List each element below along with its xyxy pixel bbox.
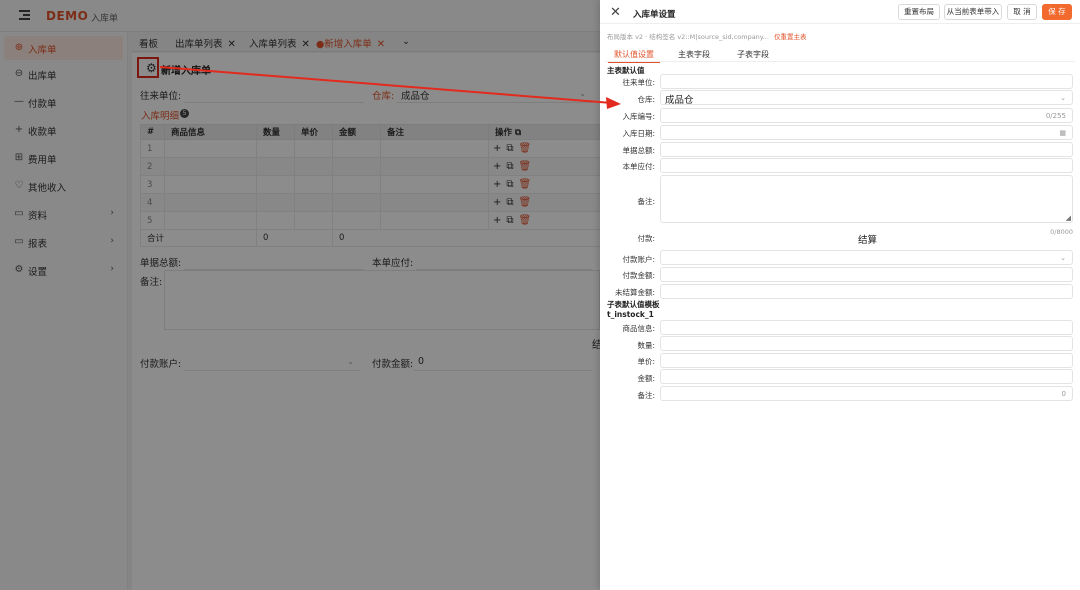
layout-meta-text: 布局版本 v2 · 结构签名 v2::M|source_sid,company.… [607,33,769,41]
remark-textarea[interactable]: ◢ [660,175,1073,223]
char-counter: 0/255 [1045,112,1066,120]
main-defaults-heading: 主表默认值 [607,66,645,75]
char-counter: 0 [1061,390,1066,398]
price-input[interactable] [660,353,1073,368]
cancel-button[interactable]: 取 消 [1007,4,1037,20]
tab-sub-fields[interactable]: 子表字段 [737,49,769,60]
qty-input[interactable] [660,336,1073,351]
field-label: 单据总额: [622,146,655,155]
modal-overlay[interactable] [0,0,600,590]
field-label: 仓库: [637,95,655,104]
payable-input[interactable] [660,158,1073,173]
tab-underline [605,61,1075,62]
field-label: 付款: [637,234,655,243]
pay-account-select[interactable]: ⌄ [660,250,1073,265]
sub-defaults-heading: 子表默认值模板 [607,300,660,309]
field-label: 付款账户: [622,255,655,264]
import-from-form-button[interactable]: 从当前表单带入 [944,4,1002,20]
field-label: 付款金额: [622,271,655,280]
save-button[interactable]: 保 存 [1042,4,1072,20]
settings-drawer: ✕ 入库单设置 重置布局 从当前表单带入 取 消 保 存 布局版本 v2 · 结… [600,0,1080,590]
field-label: 金额: [637,374,655,383]
warehouse-select[interactable]: 成品仓 ⌄ [660,90,1073,106]
field-label: 单价: [637,357,655,366]
product-input[interactable] [660,320,1073,335]
field-label: 商品信息: [622,324,655,333]
date-picker[interactable]: ▦ [660,125,1073,140]
field-label: 入库日期: [622,129,655,138]
reset-layout-button[interactable]: 重置布局 [898,4,940,20]
chevron-down-icon: ⌄ [1060,94,1066,102]
field-label: 本单应付: [622,162,655,171]
unsettled-amount-input[interactable] [660,284,1073,299]
pay-amount-input[interactable] [660,267,1073,282]
close-icon[interactable]: ✕ [610,5,621,20]
amount-input[interactable] [660,369,1073,384]
chevron-down-icon: ⌄ [1060,254,1066,262]
reset-main-link[interactable]: 仅重置主表 [774,33,807,41]
field-label: 备注: [637,197,655,206]
sub-table-name: t_instock_1 [607,310,654,319]
resize-handle-icon[interactable]: ◢ [1066,214,1071,222]
tab-main-fields[interactable]: 主表字段 [678,49,710,60]
settle-heading: 结算 [858,235,878,246]
field-label: 数量: [637,341,655,350]
char-counter: 0/8000 [1050,228,1073,236]
drawer-title: 入库单设置 [633,10,676,20]
field-label: 未结算金额: [614,288,655,297]
divider [600,23,1080,24]
field-label: 入库编号: [622,112,655,121]
calendar-icon: ▦ [1059,129,1066,137]
supplier-input[interactable] [660,74,1073,89]
field-label: 往来单位: [622,78,655,87]
doc-total-input[interactable] [660,142,1073,157]
doc-no-input[interactable]: 0/255 [660,108,1073,123]
sub-remark-input[interactable]: 0 [660,386,1073,401]
field-label: 备注: [637,391,655,400]
warehouse-value: 成品仓 [665,95,694,106]
layout-meta: 布局版本 v2 · 结构签名 v2::M|source_sid,company.… [607,31,806,41]
